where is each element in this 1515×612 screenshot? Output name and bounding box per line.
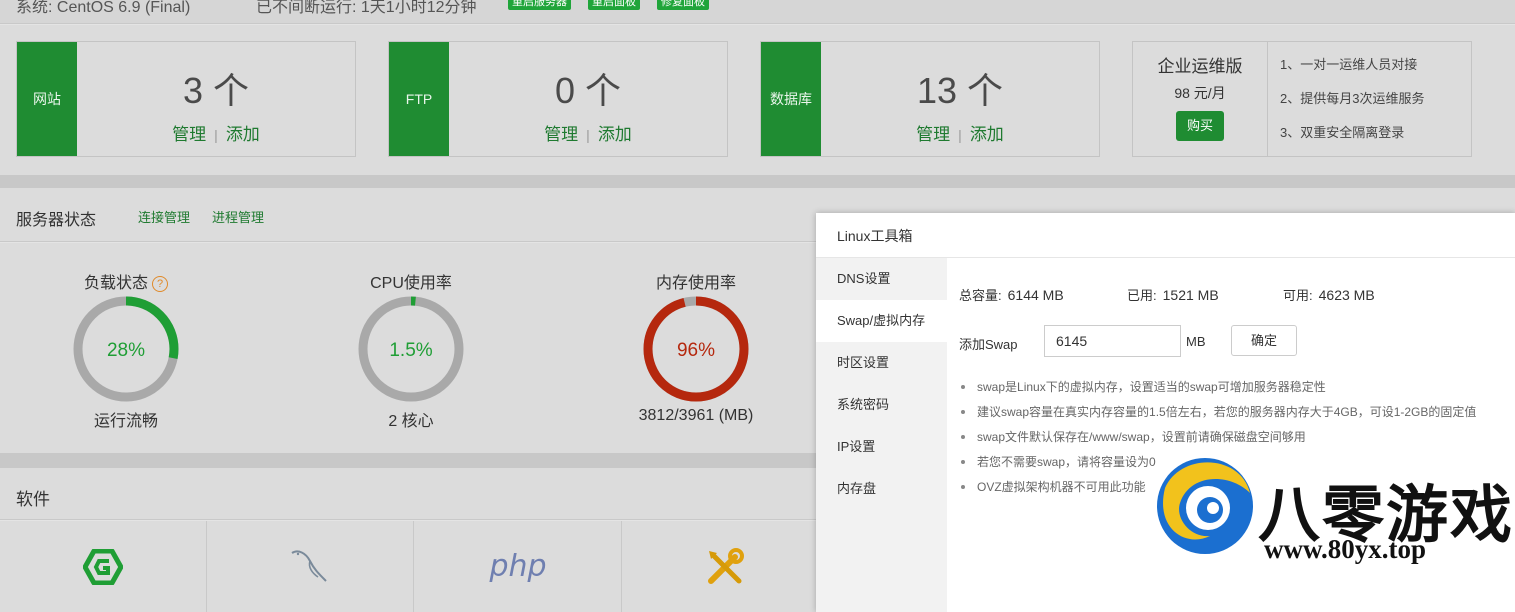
promo-title: 企业运维版	[1157, 57, 1243, 76]
menu-item-timezone[interactable]: 时区设置	[816, 342, 947, 384]
swap-free: 可用: 4623 MB	[1283, 285, 1375, 304]
manage-link[interactable]: 管理	[916, 125, 950, 144]
gauge-ring: 28%	[73, 296, 179, 402]
gauge-sub: 2 核心	[388, 413, 434, 430]
process-manage-link[interactable]: 进程管理	[212, 207, 264, 226]
restart-panel-button[interactable]: 重启面板	[588, 0, 640, 10]
stat-label: 已用:	[1127, 288, 1157, 303]
tools-icon	[708, 547, 744, 584]
menu-item-ramdisk[interactable]: 内存盘	[816, 468, 947, 510]
gauge-label: 负载状态	[83, 275, 148, 292]
site-watermark: 八零游戏 www.80yx.top	[1148, 440, 1515, 612]
card-count: 3 个	[182, 70, 250, 111]
software-tile[interactable]	[207, 521, 414, 612]
link-divider: |	[214, 127, 218, 143]
stat-value: 1521 MB	[1162, 287, 1219, 303]
database-card: 数据库 13 个 管理 | 添加	[760, 41, 1100, 157]
section-divider	[0, 175, 1515, 188]
gauge-ring: 96%	[643, 296, 749, 402]
menu-item-swap[interactable]: Swap/虚拟内存	[816, 300, 947, 342]
software-tile[interactable]: php	[415, 521, 622, 612]
link-divider: |	[586, 127, 590, 143]
gauge-sub: 运行流畅	[93, 413, 158, 430]
tip-item: swap是Linux下的虚拟内存，设置适当的swap可增加服务器稳定性	[959, 378, 1476, 403]
section-title: 软件	[16, 490, 50, 509]
top-info-bar: 系统: CentOS 6.9 (Final) 已不间断运行: 1天1小时12分钟…	[0, 0, 1515, 24]
manage-link[interactable]: 管理	[172, 125, 206, 144]
help-icon[interactable]: ?	[152, 276, 168, 292]
uptime-info: 已不间断运行: 1天1小时12分钟	[256, 0, 477, 16]
watermark-url: www.80yx.top	[1264, 534, 1427, 564]
stat-value: 6144 MB	[1007, 287, 1064, 303]
promo-feature: 1、一对一运维人员对接	[1280, 57, 1418, 72]
load-gauge[interactable]: 负载状态? 28% 运行流畅	[36, 269, 216, 431]
promo-features: 1、一对一运维人员对接 2、提供每月3次运维服务 3、双重安全隔离登录	[1280, 54, 1424, 156]
menu-item-ip[interactable]: IP设置	[816, 426, 947, 468]
mysql-icon	[291, 549, 327, 582]
gauge-value: 96%	[677, 340, 715, 361]
overview-cards: 网站 3 个 管理 | 添加 FTP 0 个 管理 | 添加 数据库 13 个 管理 | 添…	[0, 25, 1515, 175]
stat-label: 可用:	[1283, 288, 1313, 303]
software-tile[interactable]	[0, 521, 207, 612]
gauge-label: CPU使用率	[370, 275, 452, 292]
nginx-icon	[83, 548, 123, 585]
restart-server-button[interactable]: 重启服务器	[508, 0, 571, 10]
gauge-value: 28%	[107, 340, 145, 361]
card-tag: FTP	[389, 42, 449, 156]
link-divider: |	[958, 127, 962, 143]
repair-panel-button[interactable]: 修复面板	[657, 0, 709, 10]
stat-value: 4623 MB	[1318, 287, 1375, 303]
swap-size-label: 添加Swap	[959, 337, 1018, 352]
swap-total: 总容量: 6144 MB	[959, 285, 1064, 304]
gauge-value: 1.5%	[389, 340, 432, 361]
system-info: 系统: CentOS 6.9 (Final)	[16, 0, 191, 16]
gauge-label: 内存使用率	[655, 275, 736, 292]
tip-item: 建议swap容量在真实内存容量的1.5倍左右，若您的服务器内存大于4GB，可设1…	[959, 403, 1476, 428]
dialog-title: Linux工具箱	[816, 213, 1515, 258]
add-link[interactable]: 添加	[598, 125, 632, 144]
section-title: 服务器状态	[16, 212, 97, 229]
promo-price: 98 元/月	[1174, 85, 1226, 101]
website-card: 网站 3 个 管理 | 添加	[16, 41, 356, 157]
add-link[interactable]: 添加	[970, 125, 1004, 144]
menu-item-dns[interactable]: DNS设置	[816, 258, 947, 300]
add-link[interactable]: 添加	[226, 125, 260, 144]
enterprise-promo: 企业运维版 98 元/月 购买 1、一对一运维人员对接 2、提供每月3次运维服务…	[1132, 41, 1472, 157]
toolbox-menu: DNS设置 Swap/虚拟内存 时区设置 系统密码 IP设置 内存盘	[816, 258, 947, 612]
gauge-sub: 3812/3961 (MB)	[638, 407, 754, 424]
buy-button[interactable]: 购买	[1176, 111, 1224, 141]
memory-gauge[interactable]: 内存使用率 96% 3812/3961 (MB)	[606, 269, 786, 425]
cpu-gauge[interactable]: CPU使用率 1.5% 2 核心	[321, 269, 501, 431]
card-tag: 数据库	[761, 42, 821, 156]
watermark-logo-icon	[1157, 458, 1253, 554]
connection-manage-link[interactable]: 连接管理	[138, 207, 190, 226]
confirm-button[interactable]: 确定	[1231, 325, 1297, 356]
software-tile[interactable]	[622, 521, 829, 612]
php-icon: php	[489, 549, 547, 584]
ftp-card: FTP 0 个 管理 | 添加	[388, 41, 728, 157]
promo-feature: 3、双重安全隔离登录	[1280, 125, 1405, 140]
promo-feature: 2、提供每月3次运维服务	[1280, 91, 1425, 106]
swap-size-input[interactable]: 6145	[1044, 325, 1181, 357]
card-count: 0 个	[554, 70, 622, 111]
gauge-ring: 1.5%	[358, 296, 464, 402]
swap-used: 已用: 1521 MB	[1127, 285, 1219, 304]
card-count: 13 个	[916, 70, 1004, 111]
swap-unit: MB	[1186, 334, 1206, 349]
stat-label: 总容量:	[959, 288, 1002, 303]
manage-link[interactable]: 管理	[544, 125, 578, 144]
card-tag: 网站	[17, 42, 77, 156]
menu-item-password[interactable]: 系统密码	[816, 384, 947, 426]
